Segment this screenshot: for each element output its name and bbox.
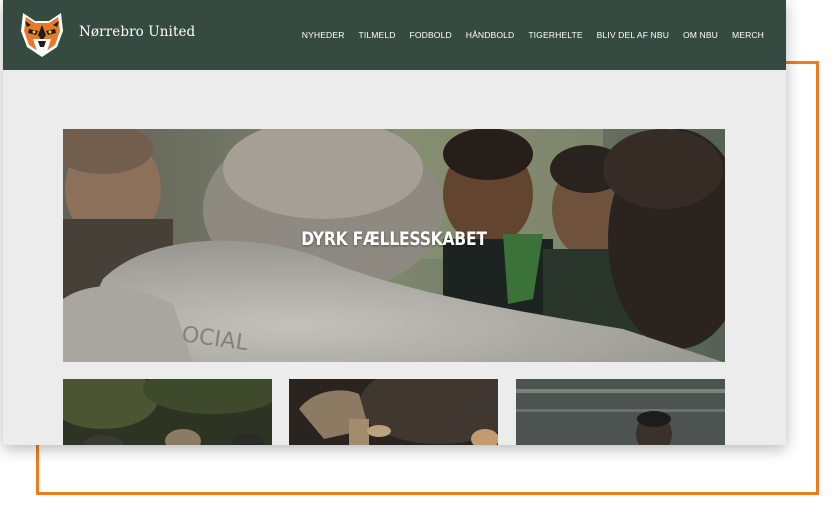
nav-item-fodbold[interactable]: FODBOLD bbox=[410, 30, 452, 40]
nav-item-handbold[interactable]: HÅNDBOLD bbox=[466, 30, 515, 40]
nav-item-merch[interactable]: MERCH bbox=[732, 30, 764, 40]
nav-item-nyheder[interactable]: NYHEDER bbox=[302, 30, 345, 40]
player-portrait-photo bbox=[516, 379, 725, 445]
hero-title: DYRK FÆLLESSKABET bbox=[301, 228, 487, 250]
nav-item-bliv-del-af-nbu[interactable]: BLIV DEL AF NBU bbox=[597, 30, 669, 40]
nav-item-om-nbu[interactable]: OM NBU bbox=[683, 30, 718, 40]
hero-banner[interactable]: OCIAL DYRK FÆLLESSKABET bbox=[63, 129, 725, 362]
site-header: Nørrebro United NYHEDER TILMELD FODBOLD … bbox=[3, 0, 786, 70]
players-in-park-photo bbox=[63, 379, 272, 445]
nav-item-tilmeld[interactable]: TILMELD bbox=[359, 30, 396, 40]
news-card-1[interactable] bbox=[63, 379, 272, 445]
news-card-2[interactable] bbox=[289, 379, 498, 445]
news-card-3[interactable] bbox=[516, 379, 725, 445]
brand-name[interactable]: Nørrebro United bbox=[79, 24, 195, 40]
tiger-head-icon[interactable] bbox=[19, 11, 65, 59]
kettle-pouring-photo bbox=[289, 379, 498, 445]
website-viewport: Nørrebro United NYHEDER TILMELD FODBOLD … bbox=[3, 0, 786, 445]
main-navigation: NYHEDER TILMELD FODBOLD HÅNDBOLD TIGERHE… bbox=[302, 30, 764, 40]
nav-item-tigerhelte[interactable]: TIGERHELTE bbox=[528, 30, 582, 40]
